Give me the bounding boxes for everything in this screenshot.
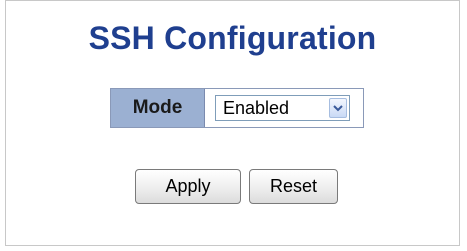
config-table: Mode Enabled: [110, 88, 364, 128]
page-title: SSH Configuration: [88, 20, 377, 56]
ssh-config-panel: SSH Configuration Mode Enabled Apply Res…: [5, 0, 460, 246]
chevron-down-icon[interactable]: [329, 98, 347, 118]
mode-select[interactable]: Enabled: [215, 95, 350, 121]
apply-button[interactable]: Apply: [135, 169, 241, 204]
mode-label: Mode: [111, 89, 205, 127]
reset-button[interactable]: Reset: [249, 169, 338, 204]
mode-select-value: Enabled: [223, 97, 290, 118]
mode-cell: Enabled: [205, 89, 363, 127]
